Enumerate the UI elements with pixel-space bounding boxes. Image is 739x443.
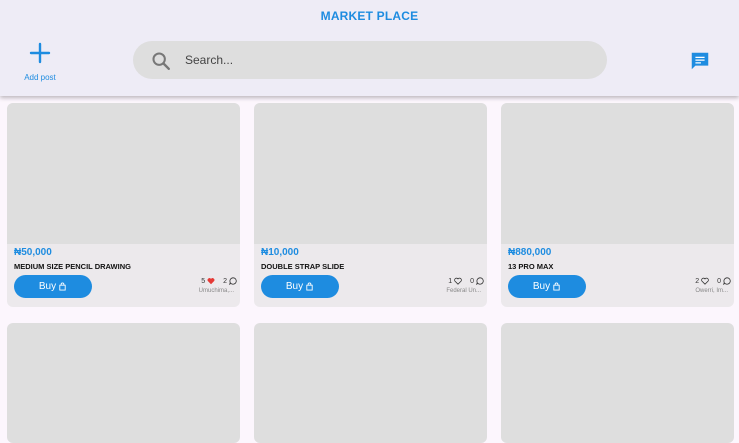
product-image <box>501 323 734 443</box>
comment-count: 0 <box>717 277 721 285</box>
product-card[interactable]: ₦10,000 DOUBLE STRAP SLIDE Buy 1 0 Feder… <box>254 103 487 307</box>
like-count: 2 <box>695 277 700 285</box>
search-bar[interactable] <box>133 41 607 79</box>
like-button[interactable]: 2 <box>695 277 709 285</box>
search-input[interactable] <box>185 41 585 79</box>
comment-icon <box>723 277 731 285</box>
heart-filled-icon <box>207 278 215 285</box>
product-card[interactable] <box>254 323 487 443</box>
chat-icon[interactable] <box>689 50 711 72</box>
product-stats: 5 2 <box>201 277 237 285</box>
product-price: ₦880,000 <box>508 247 552 258</box>
product-location: Owerri, Im... <box>695 288 728 294</box>
product-card[interactable]: ₦50,000 MEDIUM SIZE PENCIL DRAWING Buy 5… <box>7 103 240 307</box>
comment-button[interactable]: 0 <box>717 277 731 285</box>
buy-label: Buy <box>38 281 57 292</box>
product-stats: 2 0 <box>695 277 731 285</box>
heart-outline-icon <box>701 277 709 285</box>
product-location: Federal Un... <box>446 288 481 294</box>
page-title: MARKET PLACE <box>320 9 419 23</box>
search-icon <box>152 52 170 70</box>
shopping-bag-icon <box>59 282 66 291</box>
buy-button[interactable]: Buy <box>14 275 92 298</box>
buy-label: Buy <box>285 281 304 292</box>
product-card[interactable] <box>7 323 240 443</box>
comment-count: 2 <box>223 277 227 285</box>
product-image <box>254 103 487 244</box>
plus-icon <box>29 42 51 64</box>
product-image <box>254 323 487 443</box>
app-header: MARKET PLACE Add post <box>0 0 739 96</box>
product-card[interactable]: ₦880,000 13 PRO MAX Buy 2 0 Owerri, Im..… <box>501 103 734 307</box>
comment-icon <box>476 277 484 285</box>
like-button[interactable]: 1 <box>448 277 462 285</box>
add-post-button[interactable]: Add post <box>18 42 62 90</box>
product-image <box>7 103 240 244</box>
product-name: 13 PRO MAX <box>508 262 554 271</box>
product-name: DOUBLE STRAP SLIDE <box>261 262 345 271</box>
product-image <box>7 323 240 443</box>
buy-button[interactable]: Buy <box>261 275 339 298</box>
product-name: MEDIUM SIZE PENCIL DRAWING <box>14 262 131 271</box>
like-count: 1 <box>448 277 453 285</box>
add-post-label: Add post <box>24 73 56 82</box>
comment-button[interactable]: 0 <box>470 277 484 285</box>
product-stats: 1 0 <box>448 277 484 285</box>
shopping-bag-icon <box>553 282 560 291</box>
buy-label: Buy <box>532 281 551 292</box>
shopping-bag-icon <box>306 282 313 291</box>
like-button[interactable]: 5 <box>201 277 215 285</box>
like-count: 5 <box>201 277 206 285</box>
product-card[interactable] <box>501 323 734 443</box>
product-price: ₦10,000 <box>261 247 299 258</box>
buy-button[interactable]: Buy <box>508 275 586 298</box>
product-grid: ₦50,000 MEDIUM SIZE PENCIL DRAWING Buy 5… <box>7 103 739 443</box>
comment-icon <box>229 277 237 285</box>
comment-button[interactable]: 2 <box>223 277 237 285</box>
product-price: ₦50,000 <box>14 247 52 258</box>
product-image <box>501 103 734 244</box>
product-location: Umuchima,... <box>198 288 234 294</box>
comment-count: 0 <box>470 277 474 285</box>
heart-outline-icon <box>454 277 462 285</box>
